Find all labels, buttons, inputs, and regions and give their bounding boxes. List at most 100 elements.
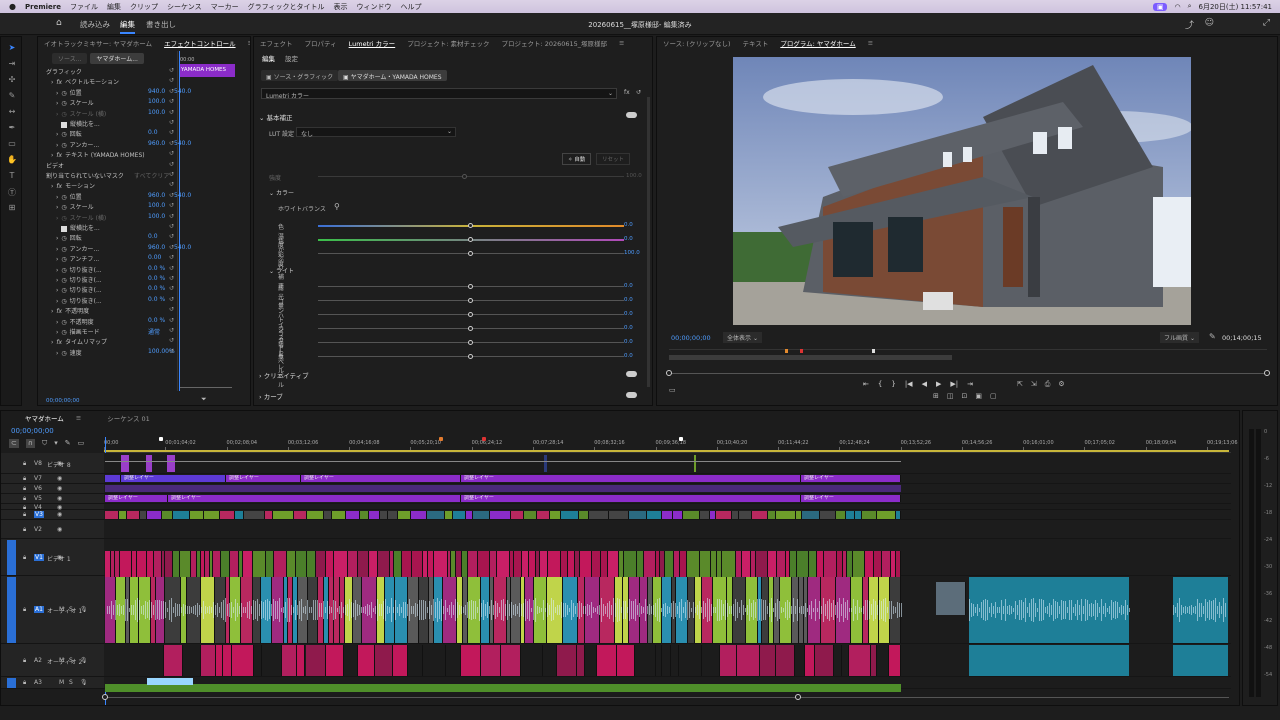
extract-icon[interactable]: ⇲ xyxy=(1031,380,1037,389)
slider-value[interactable]: 0.0 xyxy=(624,236,633,242)
reset-param-icon[interactable]: ↺ xyxy=(169,254,174,261)
a3-clip-blue[interactable] xyxy=(147,678,193,685)
a2-clip[interactable] xyxy=(833,645,842,676)
tab-audio-mixer[interactable]: イオトラックミキサー: ヤマダホーム xyxy=(44,38,152,48)
slip-icon[interactable]: ↔ xyxy=(5,107,19,118)
lumetri-tab[interactable]: エフェクト xyxy=(260,38,293,48)
effect-row-value1[interactable]: 960.0 xyxy=(148,192,165,199)
v3-clip[interactable] xyxy=(332,511,346,519)
slider-knob[interactable] xyxy=(468,237,473,242)
v3-clip[interactable] xyxy=(323,511,333,519)
effect-row[interactable]: 縦横比を... ↺ xyxy=(61,119,174,128)
stopwatch-icon[interactable]: ◷ xyxy=(61,298,66,305)
marker-orange[interactable] xyxy=(785,349,788,353)
a2-clip[interactable] xyxy=(815,645,834,676)
transport-button[interactable]: ⇤ xyxy=(863,380,869,388)
reset-param-icon[interactable]: ↺ xyxy=(169,98,174,105)
slider-value[interactable]: 0.0 xyxy=(624,297,633,303)
v3-clip[interactable] xyxy=(608,511,630,519)
v8-clip[interactable] xyxy=(167,455,175,472)
share-icon[interactable]: ⤴ xyxy=(1185,18,1194,31)
fit-select[interactable]: 全体表示 ⌄ xyxy=(723,332,762,343)
track-id[interactable]: V8 xyxy=(34,460,42,467)
a2-clip[interactable] xyxy=(182,645,202,676)
v3-clip[interactable] xyxy=(126,511,140,519)
reset-param-icon[interactable]: ↺ xyxy=(169,181,174,188)
effect-row[interactable]: › ◷ 描画モード 通常 ↺ xyxy=(56,327,174,336)
reset-param-icon[interactable]: ↺ xyxy=(169,327,174,334)
reset-param-icon[interactable]: ↺ xyxy=(169,88,174,95)
lock-icon[interactable]: 🔒︎ xyxy=(23,526,26,534)
a2-clip[interactable] xyxy=(521,645,544,676)
adjustment-layer-clip[interactable]: 調整レイヤー xyxy=(801,495,901,502)
timeline-wrench-icon[interactable]: ✎ xyxy=(65,439,71,448)
v8-clip[interactable] xyxy=(146,455,152,472)
track-header-v1[interactable]: 🔒︎ V1 ビデオ 1 ◉ xyxy=(1,539,104,576)
marker-white[interactable] xyxy=(872,349,875,353)
v3-clip[interactable] xyxy=(360,511,369,519)
transport-button[interactable]: } xyxy=(891,380,895,388)
chevron-right-icon[interactable]: › xyxy=(56,100,58,107)
a2-clip[interactable] xyxy=(141,645,165,676)
v3-clip[interactable] xyxy=(537,511,551,519)
clock[interactable]: 6月20日(土) 11:57:41 xyxy=(1199,2,1273,12)
v3-clip[interactable] xyxy=(203,511,221,519)
a2-clip[interactable] xyxy=(841,645,849,676)
timeline-marker[interactable] xyxy=(159,437,163,441)
a2-clip[interactable] xyxy=(737,645,760,676)
v3-clip[interactable] xyxy=(444,511,454,519)
slider-value[interactable]: 0.0 xyxy=(624,222,633,228)
reset-param-icon[interactable]: ↺ xyxy=(169,348,174,355)
fx-icon[interactable]: fx xyxy=(624,89,630,96)
a2-clip-right[interactable] xyxy=(1173,645,1228,676)
slider-knob[interactable] xyxy=(468,251,473,256)
mac-menu-item[interactable]: 表示 xyxy=(334,2,348,12)
stopwatch-icon[interactable]: ◷ xyxy=(61,90,66,97)
a2-clip[interactable] xyxy=(702,645,720,676)
a2-clip[interactable] xyxy=(635,645,656,676)
v3-clip[interactable] xyxy=(819,511,837,519)
reset-param-icon[interactable]: ↺ xyxy=(169,244,174,251)
eye-icon[interactable]: ◉ xyxy=(57,475,62,482)
adjustment-layer-clip[interactable]: 調整レイヤー xyxy=(105,495,168,502)
track-id[interactable]: V5 xyxy=(34,495,42,502)
a2-clip[interactable] xyxy=(584,645,598,676)
v3-clip[interactable] xyxy=(854,511,863,519)
reset-param-icon[interactable]: ↺ xyxy=(169,119,174,126)
effect-row-value1[interactable]: 100.0 xyxy=(148,202,165,209)
slider-value[interactable]: 0.0 xyxy=(624,339,633,345)
reset-param-icon[interactable]: ↺ xyxy=(169,171,174,178)
effect-row[interactable]: › ◷ 速度 100.00% ↺ xyxy=(56,348,175,357)
lock-icon[interactable]: 🔒︎ xyxy=(23,606,26,614)
reset-param-icon[interactable]: ↺ xyxy=(169,275,174,282)
effect-row[interactable]: › ◷ 切り抜き(... 0.0 % ↺ xyxy=(56,275,174,284)
marker-add-icon[interactable]: ⛉ xyxy=(42,439,47,448)
effect-row-value1[interactable]: 0.0 % xyxy=(148,265,165,272)
a2-clip[interactable] xyxy=(849,645,871,676)
a3-clip[interactable] xyxy=(105,684,901,692)
effect-row[interactable]: › ◷ 切り抜き(... 0.0 % ↺ xyxy=(56,296,174,305)
v3-clip[interactable] xyxy=(220,511,236,519)
v3-clip[interactable] xyxy=(294,511,307,519)
v3-clip[interactable] xyxy=(453,511,467,519)
effect-row[interactable]: ビデオ ↺ xyxy=(46,161,174,170)
a2-clip[interactable] xyxy=(201,645,216,676)
track-lane[interactable] xyxy=(104,453,1231,474)
effect-row[interactable]: 縦横比を... ↺ xyxy=(61,223,174,232)
v3-clip[interactable] xyxy=(560,511,579,519)
a2-clip[interactable] xyxy=(305,645,326,676)
eye-icon[interactable]: ◉ xyxy=(57,511,62,518)
grid-icon[interactable]: ⊡ xyxy=(962,392,968,400)
a2-clip[interactable] xyxy=(888,645,901,676)
effect-row[interactable]: › ◷ 切り抜き(... 0.0 % ↺ xyxy=(56,285,174,294)
track-lane[interactable] xyxy=(104,520,1231,539)
reset-param-icon[interactable]: ↺ xyxy=(169,233,174,240)
effect-row[interactable]: › ◷ アンカー... 960.0 540.0 ↺ xyxy=(56,140,191,149)
slider-knob[interactable] xyxy=(468,312,473,317)
slider-knob[interactable] xyxy=(468,298,473,303)
mute-icon[interactable]: M xyxy=(59,606,64,613)
timeline-marker[interactable] xyxy=(679,437,683,441)
settings-icon[interactable]: ⚙ xyxy=(1058,380,1064,389)
adjustment-layer-clip[interactable]: 調整レイヤー xyxy=(461,495,801,502)
scroll-left-handle[interactable] xyxy=(102,694,108,700)
